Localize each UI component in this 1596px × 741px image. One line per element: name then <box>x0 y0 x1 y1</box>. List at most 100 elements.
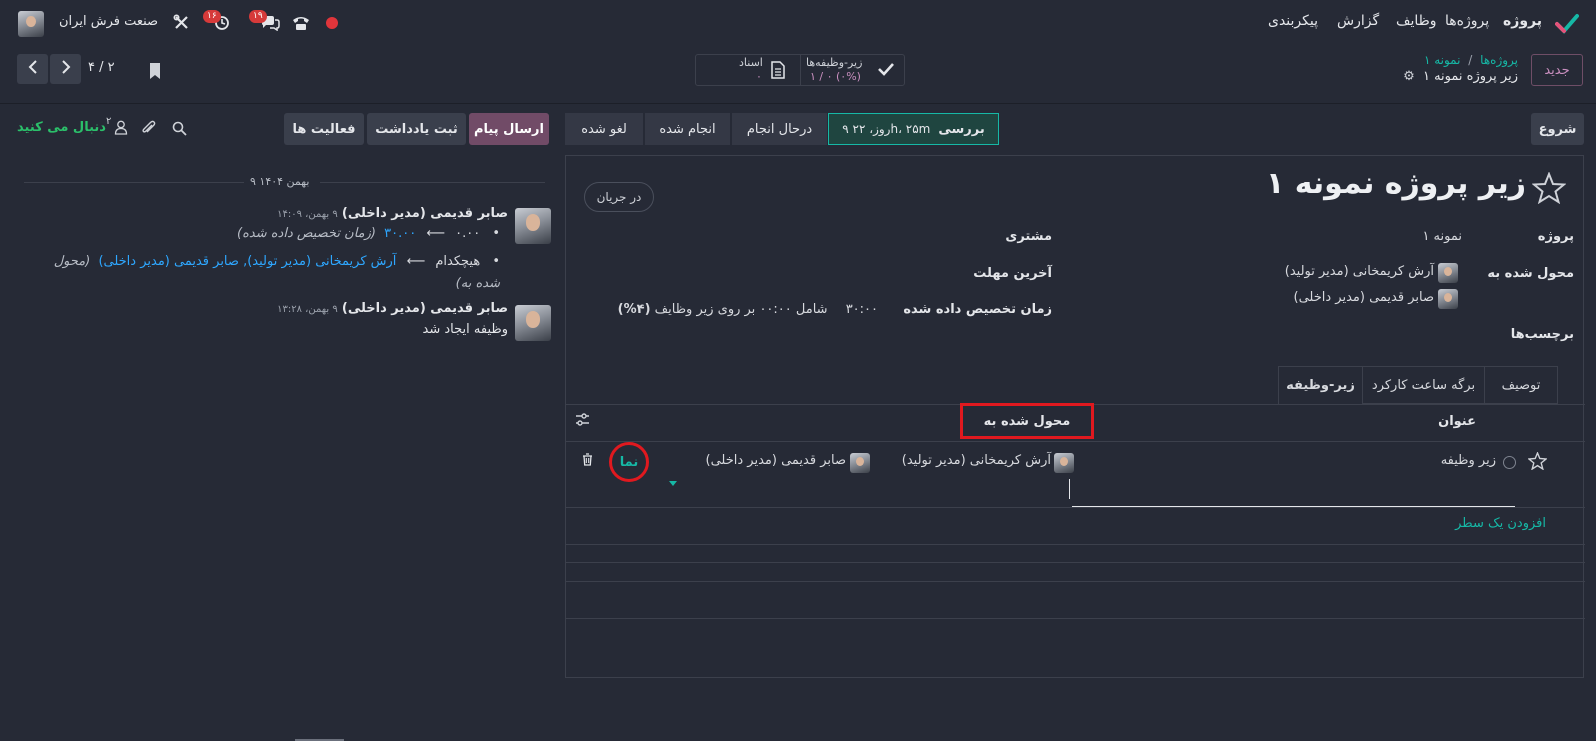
task-title[interactable]: زیر پروژه نمونه ۱ <box>1206 166 1526 201</box>
stage-done[interactable]: انجام شده <box>644 113 730 145</box>
search-icon[interactable] <box>172 121 187 136</box>
allocated-percent: (۴%) <box>617 302 651 317</box>
message-author[interactable]: صابر قدیمی (مدیر داخلی) <box>342 301 508 316</box>
stage-bar: لغو شده انجام شده درحال انجام ۹ روز، ۲۲h… <box>565 113 999 145</box>
header-divider <box>0 103 1596 104</box>
chevron-left-icon <box>28 60 38 78</box>
menu-tasks[interactable]: وظایف <box>1396 13 1437 29</box>
pager-value[interactable]: ۴ / ۲ <box>88 60 115 75</box>
column-title[interactable]: عنوان <box>1396 414 1476 429</box>
settings-tools-icon[interactable] <box>173 14 190 31</box>
arrow-left-icon: ⟵ <box>426 226 445 241</box>
tab-subtasks[interactable]: زیر-وظیفه <box>1278 366 1363 405</box>
followers-count: ۲ <box>106 116 112 127</box>
optional-columns-icon[interactable] <box>575 413 590 426</box>
project-app-icon[interactable] <box>1555 12 1579 34</box>
column-assigned: محول شده به <box>983 413 1071 429</box>
table-row[interactable] <box>566 442 1585 507</box>
activities-button[interactable]: فعالیت ها <box>284 113 364 145</box>
allocated-hours-value[interactable]: ۳۰:۰۰ <box>846 302 878 317</box>
breadcrumb-root[interactable]: پروژه‌ها <box>1480 53 1518 67</box>
table-row-border <box>566 544 1585 545</box>
message-avatar[interactable] <box>515 208 551 244</box>
smart-buttons-divider <box>800 54 801 86</box>
pager-prev-button[interactable] <box>17 54 48 84</box>
add-line-link[interactable]: افزودن یک سطر <box>1406 516 1546 531</box>
tab-description[interactable]: توصیف <box>1484 366 1558 404</box>
message-avatar[interactable] <box>515 305 551 341</box>
tab-timesheets[interactable]: برگه ساعت کارکرد <box>1362 366 1485 404</box>
followers-icon[interactable] <box>114 120 128 135</box>
column-assigned-highlight[interactable]: محول شده به <box>960 403 1094 439</box>
record-title-row: زیر پروژه نمونه ۱ ⚙ <box>1330 69 1518 84</box>
smart-button-documents[interactable]: اسناد ۰ <box>696 55 799 85</box>
row-assignee-avatar <box>1054 453 1074 473</box>
assignee-avatar <box>1438 263 1458 283</box>
table-row-border <box>566 507 1585 508</box>
breadcrumb: پروژه‌ها / نمونه ۱ <box>1330 53 1518 67</box>
row-star-icon[interactable] <box>1528 452 1547 470</box>
row-assignee-2[interactable]: صابر قدیمی (مدیر داخلی) <box>666 453 847 468</box>
tabs-baseline <box>566 562 1585 563</box>
allocated-hours-label: زمان تخصیص داده شده <box>903 302 1052 317</box>
subtasks-label: زیر-وظیفه‌ها <box>806 56 863 69</box>
documents-label: اسناد <box>739 56 763 69</box>
row-assignee-1[interactable]: آرش کریمخانی (مدیر تولید) <box>866 453 1051 468</box>
stage-review-active[interactable]: ۹ روز، ۲۲h، ۲۵m بررسی <box>828 113 999 145</box>
pager-next-button[interactable] <box>50 54 81 84</box>
tracking-old-value: ۰.۰۰ <box>455 226 481 241</box>
customer-label: مشتری <box>1005 229 1052 244</box>
tracking-line-1: • ۰.۰۰ ⟵ ۳۰.۰۰ (زمان تخصیص داده شده) <box>160 226 500 241</box>
stage-review-extra: ۹ روز، ۲۲h، ۲۵m <box>842 122 931 136</box>
chatter-date-separator: ۹ بهمن ۱۴۰۴ <box>250 175 310 188</box>
state-badge[interactable]: در جریان <box>584 182 654 212</box>
smart-button-subtasks[interactable]: زیر-وظیفه‌ها ۱ / ۰ (۰%) <box>800 55 904 85</box>
menu-reporting[interactable]: گزارش <box>1337 13 1379 29</box>
tracking-line-2: • هیچکدام ⟵ آرش کریمخانی (مدیر تولید), ص… <box>30 251 500 295</box>
open-link-highlight[interactable]: نما <box>609 442 649 482</box>
send-message-button[interactable]: ارسال پیام <box>469 113 549 145</box>
tracking-new-value: آرش کریمخانی (مدیر تولید), صابر قدیمی (م… <box>98 254 397 269</box>
user-avatar[interactable] <box>18 11 44 37</box>
assigned-label: محول شده به <box>1487 266 1574 281</box>
stage-in-progress[interactable]: درحال انجام <box>731 113 827 145</box>
menu-projects[interactable]: پروژه‌ها <box>1445 13 1489 29</box>
follow-button[interactable]: دنبال می کنید <box>17 120 106 135</box>
new-button[interactable]: جدید <box>1531 54 1583 86</box>
chevron-right-icon <box>61 60 71 78</box>
caret-down-icon[interactable] <box>669 481 677 486</box>
document-icon <box>770 61 786 83</box>
arrow-left-icon: ⟵ <box>406 254 426 269</box>
phone-icon[interactable] <box>292 15 310 31</box>
company-name[interactable]: صنعت فرش ایران <box>59 14 158 29</box>
row-title[interactable]: زیر وظیفه <box>1396 453 1496 468</box>
message-time: ۹ بهمن، ۱۴:۰۹ <box>277 209 338 220</box>
log-note-button[interactable]: ثبت یادداشت <box>367 113 466 145</box>
breadcrumb-parent[interactable]: نمونه ۱ <box>1424 53 1461 67</box>
activity-badge: ۱۶ <box>203 10 221 23</box>
top-navbar: پروژه پروژه‌ها وظایف گزارش پیکربندی صنعت… <box>0 0 1596 46</box>
open-link: نما <box>619 454 639 470</box>
row-assignee-cursor <box>1069 479 1070 499</box>
assignee-2[interactable]: صابر قدیمی (مدیر داخلی) <box>1206 290 1435 305</box>
row-assignee-avatar <box>850 453 870 473</box>
start-button[interactable]: شروع <box>1531 113 1584 145</box>
menu-configuration[interactable]: پیکربندی <box>1268 13 1318 29</box>
documents-value: ۰ <box>756 70 762 83</box>
app-name[interactable]: پروژه <box>1503 13 1542 29</box>
assignee-1[interactable]: آرش کریمخانی (مدیر تولید) <box>1206 264 1434 279</box>
message-header: صابر قدیمی (مدیر داخلی) ۹ بهمن، ۱۴:۰۹ <box>200 206 508 221</box>
paperclip-icon[interactable] <box>141 120 156 136</box>
message-author[interactable]: صابر قدیمی (مدیر داخلی) <box>342 206 508 221</box>
bookmark-icon[interactable] <box>148 62 162 80</box>
tracking-new-value: ۳۰.۰۰ <box>384 226 417 241</box>
subtasks-value: ۱ / ۰ (۰%) <box>810 70 861 83</box>
delete-icon[interactable] <box>582 453 593 466</box>
deadline-label: آخرین مهلت <box>973 266 1052 281</box>
row-state-circle[interactable] <box>1503 456 1516 469</box>
tracking-field: (زمان تخصیص داده شده) <box>237 226 376 241</box>
stage-cancelled[interactable]: لغو شده <box>565 113 643 145</box>
project-value[interactable]: نمونه ۱ <box>1366 229 1462 244</box>
gear-icon[interactable]: ⚙ <box>1403 69 1415 84</box>
star-icon[interactable] <box>1532 172 1566 204</box>
